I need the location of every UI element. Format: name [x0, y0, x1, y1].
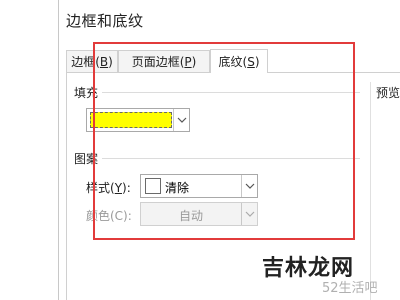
dialog-title: 边框和底纹 [66, 12, 144, 30]
red-highlight-box [93, 42, 355, 240]
preview-label: 预览 [376, 86, 400, 100]
screenshot-root: 边框和底纹 边框(B) 页面边框(P) 底纹(S) 填充 图案 样式(Y): 清… [0, 0, 400, 300]
watermark-site: 52生活吧 [322, 281, 378, 296]
preview-divider [370, 82, 371, 300]
